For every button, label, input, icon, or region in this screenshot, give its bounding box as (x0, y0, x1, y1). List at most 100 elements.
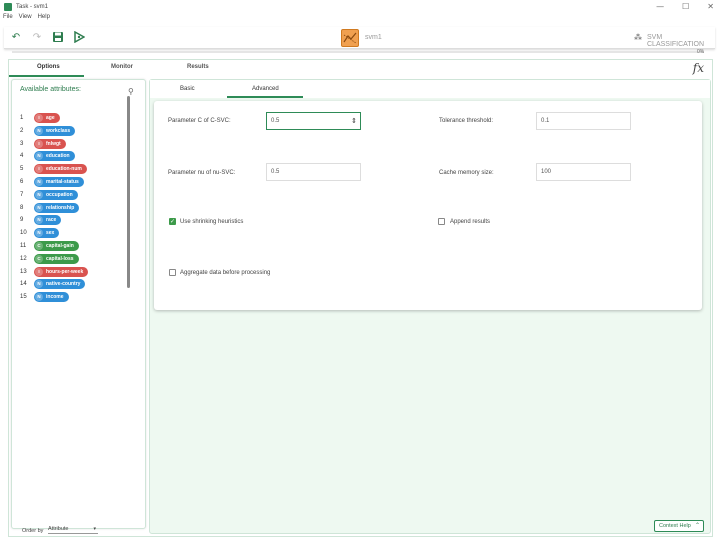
list-item[interactable]: 11 Ccapital-gain (20, 241, 79, 251)
list-item[interactable]: 15 Nincome (20, 292, 69, 303)
attribute-number: 14 (20, 281, 27, 288)
tab-results[interactable]: Results (187, 64, 209, 70)
tolerance-value: 0.1 (541, 118, 550, 124)
param-nu-input[interactable]: 0.5 (266, 163, 361, 181)
append-checkbox[interactable] (438, 218, 445, 225)
attribute-type-badge: C (35, 242, 43, 250)
param-c-value: 0.5 (271, 118, 280, 124)
attribute-pill[interactable]: Nrelationship (34, 202, 80, 213)
attribute-pill[interactable]: Ccapital-gain (34, 241, 79, 251)
task-icon (341, 29, 359, 47)
attribute-name: relationship (46, 204, 75, 211)
maximize-icon[interactable]: ☐ (682, 2, 689, 11)
attribute-number: 12 (20, 255, 27, 262)
attribute-name: education (46, 153, 70, 160)
attribute-name: fnlwgt (46, 140, 61, 147)
attribute-pill[interactable]: Ccapital-loss (34, 253, 79, 264)
attribute-number: 13 (20, 268, 27, 275)
list-item[interactable]: 4 Neducation (20, 151, 75, 162)
attribute-pill[interactable]: Ifnlwgt (34, 138, 66, 149)
options-panel: Basic Advanced Parameter C of C-SVC: 0.5… (149, 79, 711, 534)
list-item[interactable]: 2 Nworkclass (20, 125, 76, 136)
shrinking-checkbox[interactable]: ✓ (169, 218, 176, 225)
order-by-value: Attribute (48, 526, 69, 532)
spinner-arrows-icon[interactable]: ⇕ (351, 113, 357, 129)
attribute-name: income (46, 294, 64, 301)
param-nu-value: 0.5 (271, 169, 280, 175)
list-item[interactable]: 12 Ccapital-loss (20, 253, 79, 264)
attribute-pill[interactable]: Ihours-per-week (34, 266, 89, 277)
list-item[interactable]: 13 Ihours-per-week (20, 266, 89, 277)
window-controls: — ☐ ✕ (656, 2, 714, 11)
tab-advanced[interactable]: Advanced (252, 86, 279, 92)
attribute-pill[interactable]: Neducation (34, 151, 75, 162)
attribute-pill[interactable]: Ieducation-num (34, 164, 87, 175)
list-item[interactable]: 10 Nsex (20, 228, 60, 239)
menu-view[interactable]: View (19, 14, 32, 25)
attribute-type-badge: N (35, 126, 43, 135)
attribute-type-badge: N (35, 152, 43, 161)
attribute-pill[interactable]: Nincome (34, 292, 69, 303)
chevron-up-icon: ⌃ (694, 522, 700, 529)
save-icon[interactable] (51, 31, 65, 45)
attribute-number: 11 (20, 243, 27, 249)
tab-underline (9, 75, 84, 77)
available-attributes-title: Available attributes: (20, 86, 81, 93)
attribute-pill[interactable]: Nnative-country (34, 279, 86, 290)
list-item[interactable]: 9 Nrace (20, 215, 62, 226)
redo-icon[interactable]: ↷ (30, 31, 44, 45)
param-c-spinner[interactable]: 0.5 ⇕ (266, 112, 361, 130)
main-panel: Options Monitor Results fx Available att… (8, 59, 713, 537)
task-type: SVM CLASSIFICATION (647, 34, 705, 48)
list-item[interactable]: 6 Nmarital-status (20, 177, 84, 187)
minimize-icon[interactable]: — (656, 2, 664, 11)
list-item[interactable]: 5 Ieducation-num (20, 164, 87, 175)
attribute-name: workclass (46, 127, 71, 134)
tab-options[interactable]: Options (37, 64, 60, 70)
fx-icon[interactable]: fx (693, 61, 704, 75)
attribute-number: 5 (20, 166, 24, 173)
cache-input[interactable]: 100 (536, 163, 631, 181)
menu-bar: File View Help (0, 14, 720, 25)
attribute-pill[interactable]: Nmarital-status (34, 177, 84, 187)
aggregate-checkbox[interactable] (169, 269, 176, 276)
attribute-type-badge: N (35, 293, 43, 302)
list-item[interactable]: 14 Nnative-country (20, 279, 86, 290)
list-item[interactable]: 7 Noccupation (20, 189, 78, 200)
toolbar: ↶ ↷ svm1 ⁂ SVM CLASSIFICATION (4, 27, 715, 49)
attribute-pill[interactable]: Nrace (34, 215, 62, 226)
task-name: svm1 (365, 34, 382, 41)
order-by-label: Order by (22, 528, 44, 534)
list-item[interactable]: 8 Nrelationship (20, 202, 80, 213)
context-help-button[interactable]: Context Help ⌃ (654, 520, 704, 532)
attribute-pill[interactable]: Nsex (34, 228, 60, 239)
attribute-pill[interactable]: Noccupation (34, 189, 78, 200)
tab-basic[interactable]: Basic (180, 86, 195, 92)
attribute-type-badge: I (35, 165, 43, 174)
attribute-type-badge: N (35, 280, 43, 289)
menu-help[interactable]: Help (38, 14, 50, 25)
list-item[interactable]: 1 Iage (20, 113, 60, 123)
param-nu-label: Parameter nu of nu-SVC: (168, 170, 236, 176)
attribute-pill[interactable]: Iage (34, 113, 60, 123)
run-icon[interactable] (72, 30, 86, 45)
list-item[interactable]: 3 Ifnlwgt (20, 138, 66, 149)
attributes-scrollbar[interactable] (127, 96, 130, 288)
order-by-select[interactable]: Attribute ▾ (48, 524, 98, 534)
main-tabs: Options Monitor Results fx (9, 60, 712, 77)
attribute-number: 10 (20, 230, 27, 237)
menu-file[interactable]: File (3, 14, 13, 25)
search-icon[interactable]: ⚲ (128, 87, 134, 96)
context-help-label: Context Help (659, 523, 691, 529)
close-icon[interactable]: ✕ (707, 2, 714, 11)
attribute-number: 2 (20, 127, 24, 134)
window-title: Task - svm1 (16, 4, 49, 10)
attribute-type-badge: I (35, 267, 43, 276)
attribute-name: marital-status (46, 179, 79, 185)
attribute-number: 6 (20, 179, 24, 185)
tab-monitor[interactable]: Monitor (111, 64, 133, 70)
attribute-pill[interactable]: Nworkclass (34, 125, 76, 136)
attribute-name: age (46, 115, 55, 121)
undo-icon[interactable]: ↶ (9, 31, 23, 45)
tolerance-input[interactable]: 0.1 (536, 112, 631, 130)
